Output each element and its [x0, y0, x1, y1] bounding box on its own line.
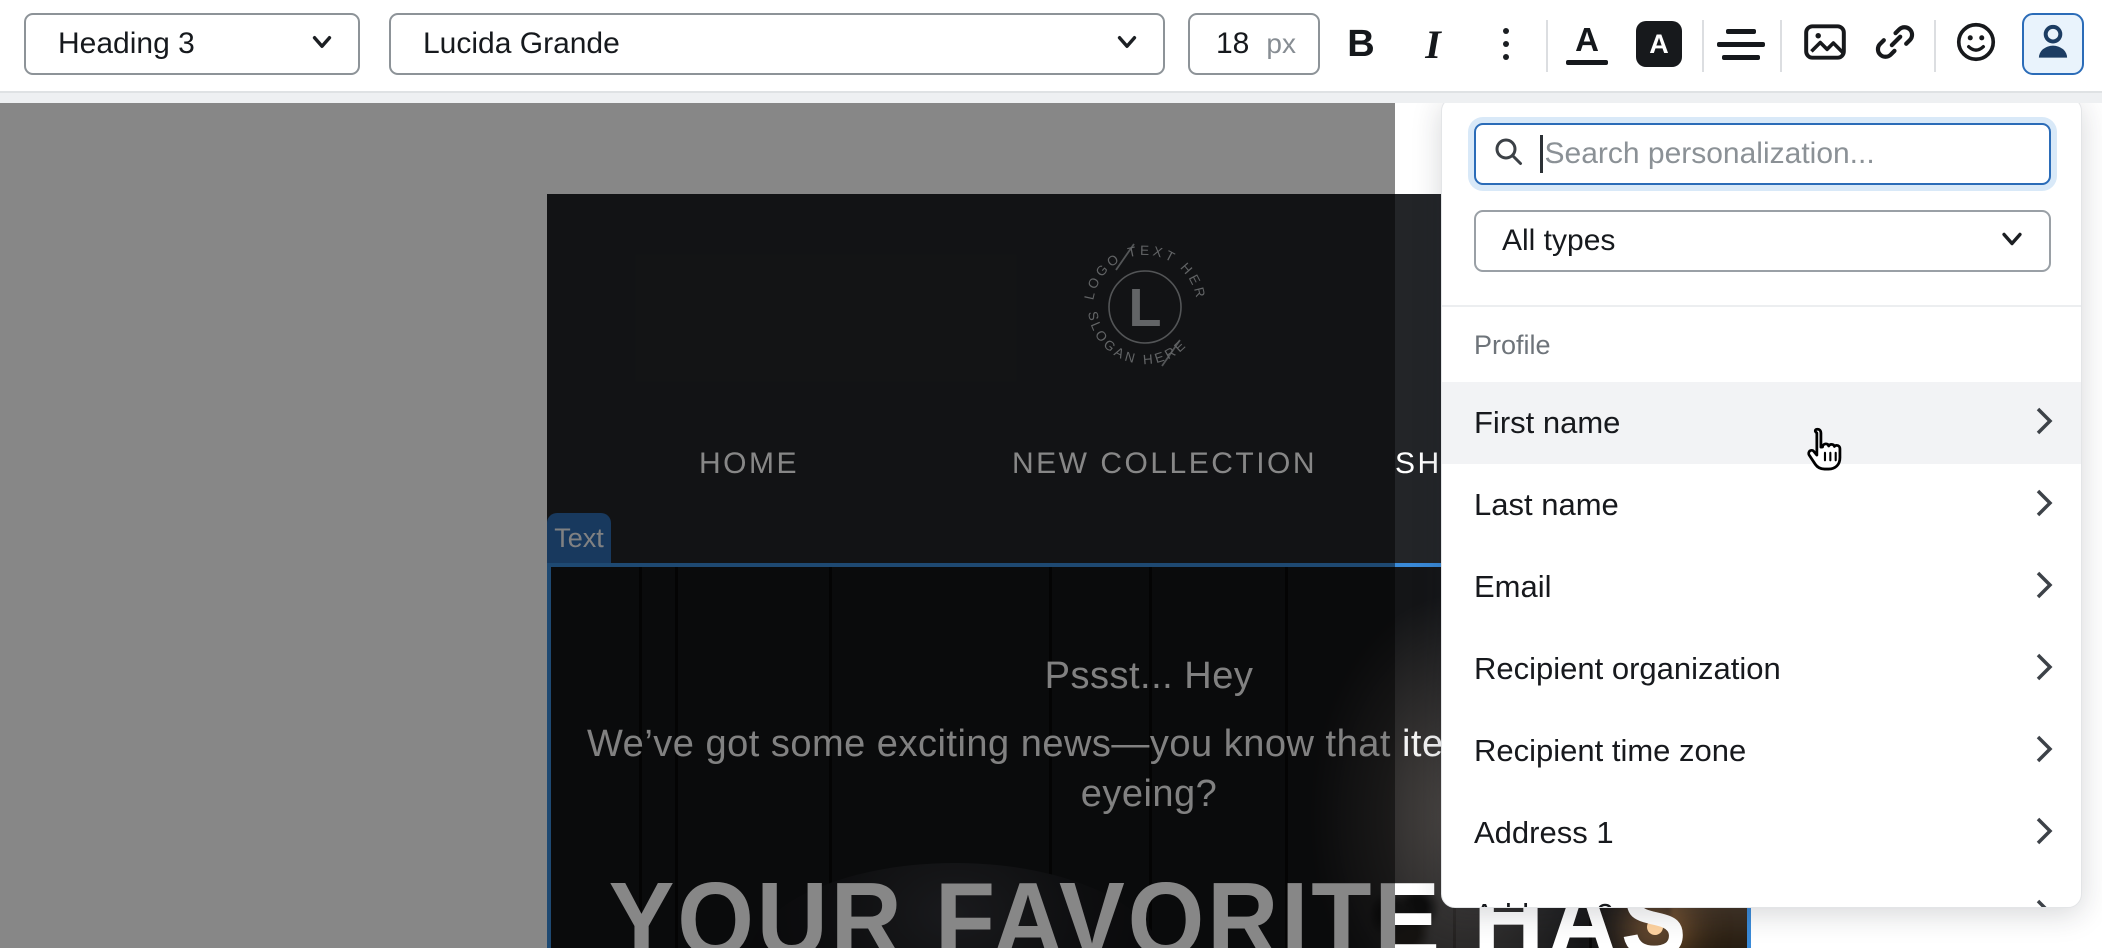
- bold-label: B: [1347, 23, 1374, 66]
- toolbar-separator: [1780, 20, 1782, 72]
- list-item-address-2[interactable]: Address 2: [1442, 874, 2082, 908]
- link-icon: [1872, 19, 1918, 70]
- chevron-right-icon: [2033, 403, 2055, 444]
- text-color-icon: A: [1566, 23, 1608, 65]
- align-center-icon: [1717, 29, 1765, 60]
- chevron-right-icon: [2033, 567, 2055, 608]
- insert-link-button[interactable]: [1868, 17, 1922, 71]
- insert-image-button[interactable]: [1798, 17, 1852, 71]
- font-size-input[interactable]: 18 px: [1188, 13, 1320, 75]
- toolbar-separator: [1546, 20, 1548, 72]
- highlight-color-icon: A: [1636, 21, 1682, 67]
- toolbar-shadow-band: [0, 93, 2102, 103]
- type-filter-select[interactable]: All types: [1474, 210, 2051, 272]
- personalization-search[interactable]: [1474, 123, 2051, 185]
- list-item-email[interactable]: Email: [1442, 546, 2082, 628]
- section-label-profile: Profile: [1474, 330, 1551, 361]
- toolbar-separator: [1702, 20, 1704, 72]
- toolbar-separator: [1934, 20, 1936, 72]
- list-item-recipient-organization[interactable]: Recipient organization: [1442, 628, 2082, 710]
- chevron-down-icon: [1111, 26, 1143, 63]
- person-icon: [2030, 19, 2076, 70]
- search-icon: [1492, 135, 1526, 174]
- hand-cursor: [1798, 424, 1850, 480]
- image-icon: [1802, 19, 1848, 70]
- chevron-right-icon: [2033, 649, 2055, 690]
- list-item-recipient-time-zone[interactable]: Recipient time zone: [1442, 710, 2082, 792]
- chevron-right-icon: [2033, 485, 2055, 526]
- kebab-icon: [1503, 28, 1509, 60]
- chevron-down-icon: [306, 26, 338, 63]
- font-family-value: Lucida Grande: [423, 27, 620, 61]
- personalization-button[interactable]: [2022, 13, 2084, 75]
- emoji-icon: [1953, 19, 1999, 70]
- block-style-value: Heading 3: [58, 27, 195, 61]
- chevron-right-icon: [2033, 731, 2055, 772]
- personalization-item-list: First name Last name Email Recipient org…: [1442, 382, 2082, 908]
- nav-item-shop[interactable]: SH: [1395, 447, 1442, 481]
- list-item-first-name[interactable]: First name: [1442, 382, 2082, 464]
- font-size-value: 18: [1216, 27, 1249, 61]
- formatting-toolbar: Heading 3 Lucida Grande 18 px B I A A: [0, 0, 2102, 93]
- font-size-unit: px: [1266, 28, 1296, 60]
- align-button[interactable]: [1714, 17, 1768, 71]
- personalization-popover: All types Profile First name Last name E…: [1441, 97, 2082, 908]
- highlight-color-button[interactable]: A: [1632, 17, 1686, 71]
- block-style-select[interactable]: Heading 3: [24, 13, 360, 75]
- panel-divider: [1442, 305, 2082, 307]
- canvas-dim-overlay: [0, 103, 1395, 948]
- list-item-last-name[interactable]: Last name: [1442, 464, 2082, 546]
- text-color-button[interactable]: A: [1560, 17, 1614, 71]
- emoji-button[interactable]: [1949, 17, 2003, 71]
- chevron-down-icon: [1995, 222, 2029, 261]
- text-caret: [1540, 135, 1543, 173]
- font-family-select[interactable]: Lucida Grande: [389, 13, 1165, 75]
- italic-button[interactable]: I: [1406, 17, 1460, 71]
- italic-label: I: [1425, 21, 1441, 68]
- chevron-right-icon: [2033, 813, 2055, 854]
- type-filter-value: All types: [1502, 224, 1615, 258]
- bold-button[interactable]: B: [1334, 17, 1388, 71]
- list-item-address-1[interactable]: Address 1: [1442, 792, 2082, 874]
- search-input[interactable]: [1545, 137, 2034, 171]
- chevron-right-icon: [2033, 895, 2055, 909]
- more-options-button[interactable]: [1479, 17, 1533, 71]
